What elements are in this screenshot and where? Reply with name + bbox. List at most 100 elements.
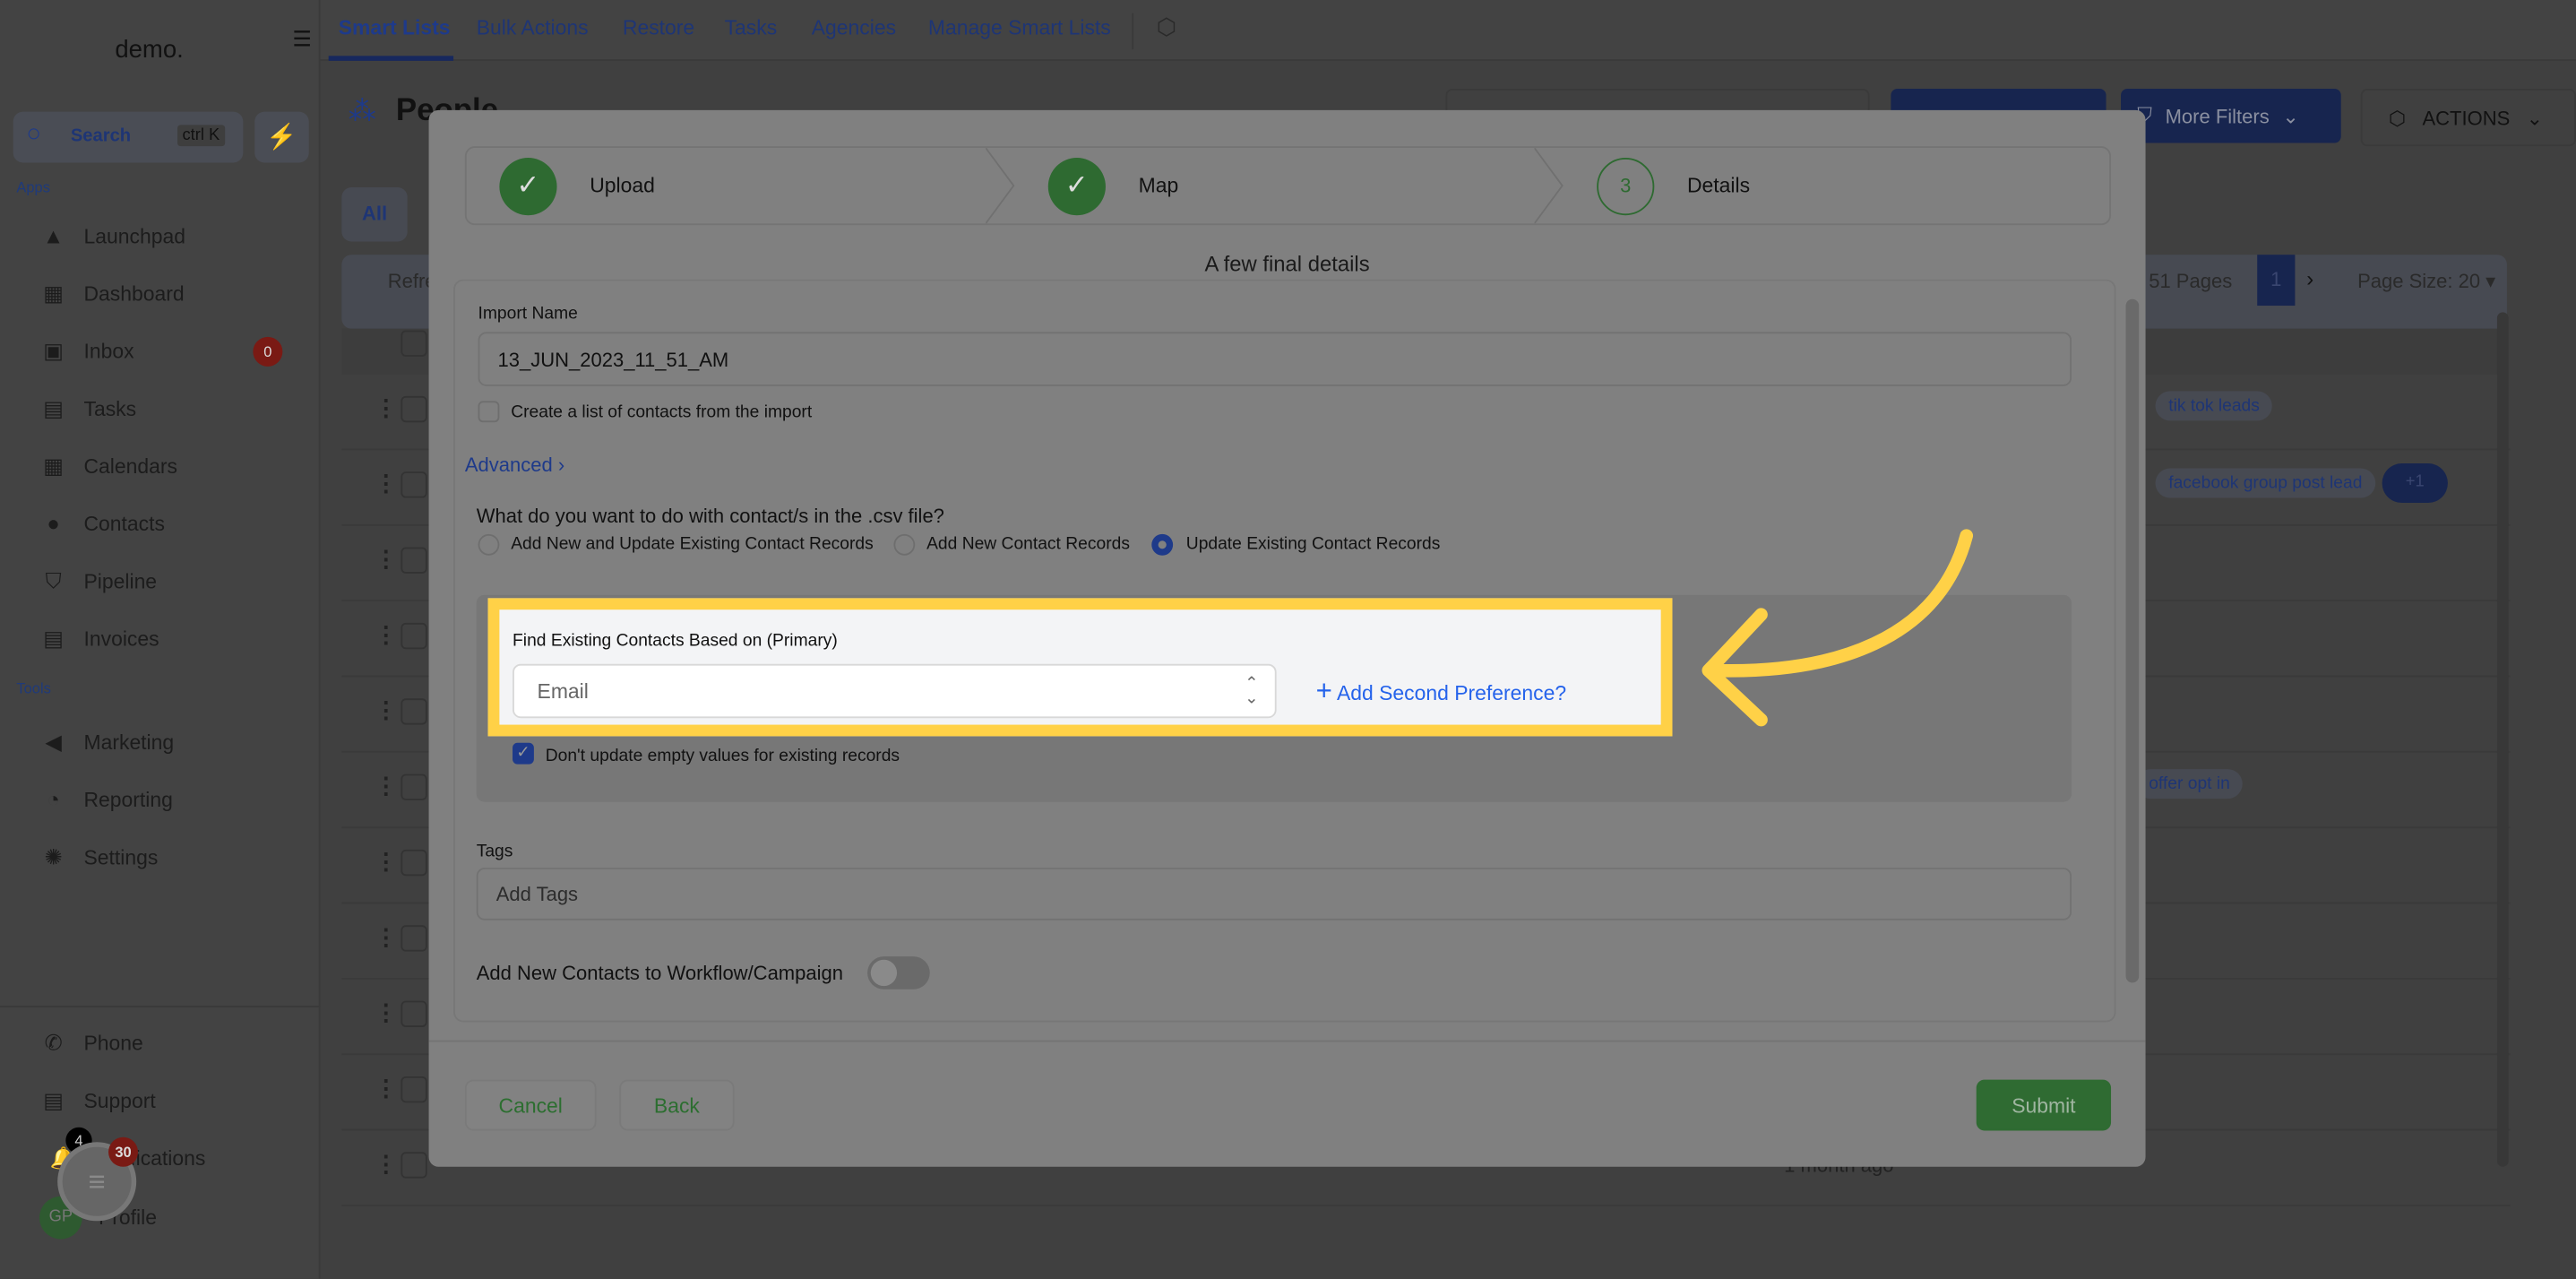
row-menu-icon[interactable]: ⋮: [375, 923, 398, 951]
modal-scrollbar[interactable]: [2125, 298, 2140, 983]
row-menu-icon[interactable]: ⋮: [375, 1075, 398, 1102]
row-menu-icon[interactable]: ⋮: [375, 621, 398, 649]
row-menu-icon[interactable]: ⋮: [375, 1150, 398, 1178]
more-filters-button[interactable]: ⛉ More Filters ⌄: [2121, 89, 2341, 143]
actions-button[interactable]: ⬡ ACTIONS ⌄: [2360, 89, 2576, 147]
radio-label: Add New Contact Records: [926, 533, 1130, 554]
row-checkbox[interactable]: [401, 925, 427, 952]
more-tags-button[interactable]: +1: [2382, 463, 2448, 504]
tab-smart-lists[interactable]: Smart Lists: [339, 16, 451, 39]
row-checkbox[interactable]: [401, 547, 427, 574]
sidebar-item-tasks[interactable]: ▤ Tasks: [39, 396, 136, 422]
import-name-input[interactable]: 13_JUN_2023_11_51_AM: [478, 332, 2072, 386]
label: Inbox: [83, 340, 134, 364]
screen: demo. ☰ ○ Search ctrl K ⚡ Apps ▲ Launchpa…: [0, 0, 2576, 1279]
chat-widget-icon: ≡: [88, 1164, 106, 1198]
page-size-select[interactable]: Page Size: 20 ▾: [2357, 270, 2495, 293]
updown-chevron-icon: ⌃ ⌄: [1245, 675, 1259, 709]
menu-collapse-icon[interactable]: ☰: [292, 26, 311, 52]
settings-icon[interactable]: ⬡: [1157, 13, 1176, 41]
search-button[interactable]: ○ Search ctrl K: [13, 111, 244, 163]
annotation-arrow-icon: [1702, 529, 1974, 727]
row-checkbox[interactable]: [401, 849, 427, 877]
row-menu-icon[interactable]: ⋮: [375, 773, 398, 800]
row-checkbox[interactable]: [401, 1152, 427, 1179]
step-separator: [986, 148, 1015, 224]
invoice-icon: ▤: [43, 626, 64, 652]
step-separator: [1534, 148, 1564, 224]
label: Settings: [83, 846, 159, 869]
sidebar-item-inbox[interactable]: ▣ Inbox: [39, 339, 134, 365]
step-details: 3 Details: [1597, 148, 1750, 223]
tag-chip: tik tok leads: [2155, 391, 2273, 421]
back-button[interactable]: Back: [619, 1079, 735, 1131]
import-mode-question: What do you want to do with contact/s in…: [476, 504, 944, 528]
inbox-icon: ▣: [43, 338, 64, 364]
label: Pipeline: [83, 570, 158, 593]
sidebar-item-launchpad[interactable]: ▲ Launchpad: [39, 223, 185, 248]
tab-tasks[interactable]: Tasks: [725, 16, 778, 39]
page-scrollbar[interactable]: [2496, 312, 2509, 1167]
sidebar-item-pipeline[interactable]: ⛉ Pipeline: [39, 568, 157, 594]
radio-label: Add New and Update Existing Contact Reco…: [511, 533, 874, 554]
sidebar-item-dashboard[interactable]: ▦ Dashboard: [39, 281, 185, 307]
sidebar-item-reporting[interactable]: ◔ Reporting: [39, 787, 173, 812]
grid-icon: ▦: [43, 281, 64, 307]
workflow-toggle[interactable]: [867, 956, 930, 989]
chevron-right-icon: ›: [557, 454, 565, 477]
find-contacts-label: Find Existing Contacts Based on (Primary…: [513, 631, 838, 652]
radio-add-and-update[interactable]: [478, 533, 500, 556]
row-checkbox[interactable]: [401, 395, 427, 423]
sidebar-item-support[interactable]: ▤ Support: [39, 1088, 156, 1114]
row-menu-icon[interactable]: ⋮: [375, 394, 398, 422]
row-menu-icon[interactable]: ⋮: [375, 999, 398, 1027]
submit-button[interactable]: Submit: [1976, 1079, 2112, 1131]
row-checkbox[interactable]: [401, 471, 427, 498]
tab-restore[interactable]: Restore: [623, 16, 694, 39]
actions-label: ACTIONS: [2422, 106, 2511, 129]
step-label: Details: [1687, 174, 1751, 198]
create-list-checkbox[interactable]: [478, 401, 500, 423]
tab-agencies[interactable]: Agencies: [812, 16, 896, 39]
radio-add-new[interactable]: [893, 533, 916, 556]
row-checkbox[interactable]: [401, 1076, 427, 1103]
check-icon: ✓: [1047, 157, 1106, 215]
sidebar-item-settings[interactable]: ✺ Settings: [39, 844, 159, 870]
sidebar-item-calendars[interactable]: ▦ Calendars: [39, 454, 177, 480]
tab-manage-smart-lists[interactable]: Manage Smart Lists: [928, 16, 1111, 39]
sidebar-item-marketing[interactable]: ◀ Marketing: [39, 730, 174, 756]
tags-input[interactable]: Add Tags: [476, 868, 2072, 920]
sidebar-item-contacts[interactable]: ● Contacts: [39, 511, 165, 536]
row-menu-icon[interactable]: ⋮: [375, 546, 398, 574]
advanced-toggle[interactable]: Advanced ›: [465, 454, 564, 477]
table-row-divider: [341, 1204, 2511, 1206]
sidebar-item-invoices[interactable]: ▤ Invoices: [39, 627, 159, 652]
clipboard-icon: ▤: [43, 395, 64, 421]
tab-all[interactable]: All: [341, 187, 408, 242]
quick-action-icon[interactable]: ⚡: [254, 111, 309, 163]
megaphone-icon: ◀: [45, 730, 62, 755]
dont-update-checkbox[interactable]: ✓: [513, 742, 534, 765]
step-upload: ✓ Upload: [499, 148, 655, 223]
row-menu-icon[interactable]: ⋮: [375, 696, 398, 724]
advanced-label: Advanced: [464, 454, 553, 477]
row-checkbox[interactable]: [401, 773, 427, 800]
select-all-checkbox[interactable]: [401, 330, 427, 357]
row-checkbox[interactable]: [401, 622, 427, 650]
tab-bulk-actions[interactable]: Bulk Actions: [477, 16, 589, 39]
primary-match-select[interactable]: Email ⌃ ⌄: [513, 663, 1277, 719]
row-checkbox[interactable]: [401, 1000, 427, 1027]
row-menu-icon[interactable]: ⋮: [375, 470, 398, 497]
add-second-preference-link[interactable]: + Add Second Preference?: [1316, 676, 1566, 709]
row-checkbox[interactable]: [401, 698, 427, 725]
label: Contacts: [83, 512, 165, 535]
modal-subtitle: A few final details: [1204, 251, 1370, 277]
sidebar: demo. ☰ ○ Search ctrl K ⚡ Apps ▲ Launchpa…: [0, 0, 321, 1279]
page-1-button[interactable]: 1: [2257, 255, 2296, 307]
next-page-icon[interactable]: ›: [2306, 266, 2313, 291]
cancel-button[interactable]: Cancel: [464, 1079, 597, 1131]
row-menu-icon[interactable]: ⋮: [375, 848, 398, 876]
radio-update-existing[interactable]: [1151, 533, 1174, 556]
plus-icon: +: [1315, 675, 1332, 707]
sidebar-item-phone[interactable]: ✆ Phone: [39, 1031, 143, 1057]
